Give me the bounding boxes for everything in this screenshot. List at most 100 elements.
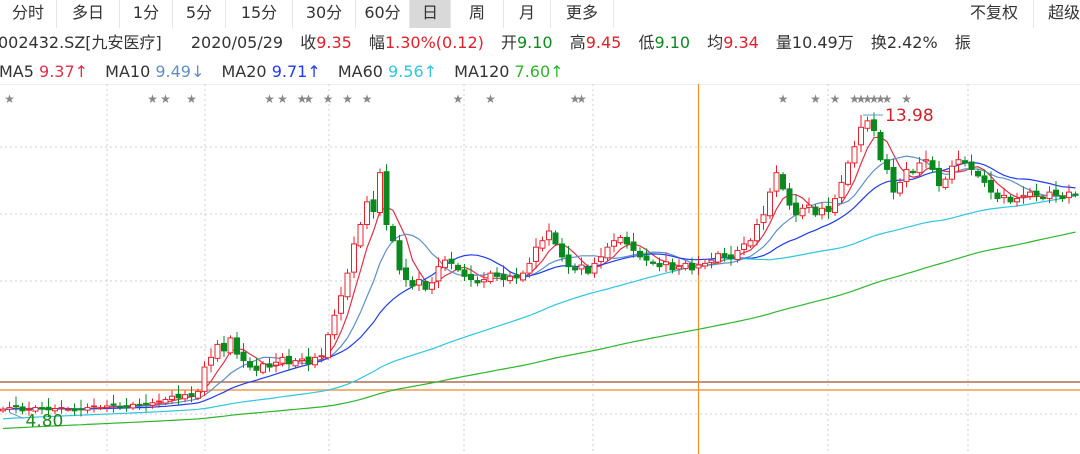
candle-down <box>552 232 559 245</box>
candle-down <box>721 253 728 258</box>
candle-down <box>988 179 994 193</box>
tab-intraday[interactable]: 分时 <box>0 0 57 28</box>
candle-down <box>513 274 520 279</box>
candle-up <box>1014 198 1020 203</box>
candle-up <box>819 207 825 216</box>
candle-up <box>149 402 156 406</box>
ma-legend: MA5 9.37↑ MA10 9.49↓ MA20 9.71↑ MA60 9.5… <box>0 60 1080 84</box>
candle-up <box>604 246 611 259</box>
ma20-name: MA20 <box>221 62 267 81</box>
candle-up <box>747 240 754 247</box>
event-star-icon: ★ <box>901 92 912 106</box>
candle-up <box>806 204 812 208</box>
ma60-name: MA60 <box>337 62 383 81</box>
event-star-icon: ★ <box>342 92 353 106</box>
ma10-name: MA10 <box>105 62 151 81</box>
open-value: 9.10 <box>516 33 553 52</box>
candle-down <box>19 406 26 412</box>
candle-up <box>533 246 539 262</box>
low-label: 低 <box>638 33 655 52</box>
candle-up <box>195 390 201 399</box>
candle-up <box>104 405 110 409</box>
no-adjust-button[interactable]: 不复权 <box>955 0 1034 28</box>
candle-up <box>942 178 949 189</box>
candle-up <box>955 159 962 165</box>
candle-up <box>507 275 513 282</box>
ma60-value: 9.56↑ <box>388 62 438 81</box>
event-star-icon: ★ <box>323 92 334 106</box>
ma10-line <box>2 155 1076 410</box>
candle-up <box>65 408 71 411</box>
tab-1min[interactable]: 1分 <box>120 0 173 28</box>
candle-up <box>754 224 760 242</box>
ma10-value: 9.49↓ <box>155 62 205 81</box>
tab-monthly[interactable]: 月 <box>504 0 551 28</box>
candle-up <box>773 172 780 192</box>
candle-down <box>286 355 292 365</box>
candle-up <box>916 162 923 174</box>
candle-down <box>871 119 877 132</box>
candle-up <box>760 214 767 224</box>
candle-down <box>585 266 591 274</box>
candle-up <box>851 146 858 164</box>
candle-down <box>936 167 942 187</box>
turnover-label: 换 <box>870 33 887 52</box>
tab-30min[interactable]: 30分 <box>293 0 356 28</box>
candle-up <box>1020 194 1027 198</box>
candle-up <box>1046 191 1053 200</box>
change-value: 1.30%(0.12) <box>384 33 484 52</box>
candle-down <box>455 264 461 271</box>
candle-down <box>650 261 656 264</box>
candle-down <box>669 262 676 271</box>
tab-daily[interactable]: 日 <box>410 0 451 28</box>
candle-down <box>175 393 182 399</box>
quote-date: 2020/05/29 <box>190 33 284 52</box>
event-star-icon: ★ <box>4 92 15 106</box>
candle-up <box>923 159 929 162</box>
candle-up <box>949 165 955 180</box>
candle-down <box>1033 190 1040 196</box>
volume-label: 量 <box>775 33 792 52</box>
candle-up <box>344 272 351 298</box>
tab-15min[interactable]: 15分 <box>226 0 293 28</box>
amplitude-label: 振 <box>954 33 971 52</box>
candle-down <box>825 205 832 213</box>
ma120-value: 7.60↑ <box>514 62 564 81</box>
tab-5min[interactable]: 5分 <box>173 0 226 28</box>
candle-down <box>78 408 84 411</box>
candle-down <box>624 236 630 245</box>
tab-multi-day[interactable]: 多日 <box>57 0 120 28</box>
candle-up <box>26 408 32 411</box>
candle-up <box>897 181 903 194</box>
event-star-icon: ★ <box>362 92 373 106</box>
high-value: 9.45 <box>585 33 622 52</box>
candle-up <box>526 262 533 274</box>
volume-value: 10.49万 <box>791 33 854 52</box>
candle-up <box>292 360 299 367</box>
open-label: 开 <box>500 33 517 52</box>
candle-up <box>6 407 13 410</box>
candle-down <box>494 272 500 277</box>
tab-weekly[interactable]: 周 <box>451 0 504 28</box>
candle-up <box>695 264 702 269</box>
candle-up <box>442 259 448 269</box>
event-star-icon: ★ <box>453 92 464 106</box>
candle-up <box>546 230 552 241</box>
candle-down <box>117 405 123 408</box>
tab-60min[interactable]: 60分 <box>356 0 410 28</box>
ma120-name: MA120 <box>454 62 510 81</box>
candle-down <box>929 160 936 170</box>
candle-up <box>539 240 546 249</box>
low-price-label: 4.80 <box>26 411 64 431</box>
candle-up <box>903 168 910 182</box>
super-button[interactable]: 超级 <box>1034 0 1080 28</box>
candle-down <box>221 342 227 352</box>
candle-up <box>162 398 169 404</box>
tab-more[interactable]: 更多 <box>551 0 614 28</box>
candlestick-chart[interactable]: ★ ★ ★ ★ ★ ★ ★★ ★ ★ ★ ★ ★ ★★ ★ ★ ★ ★★★★★★ ★13.984.80 <box>0 84 1080 454</box>
candle-up <box>591 262 598 274</box>
candle-down <box>572 267 578 271</box>
ma60-line <box>2 195 1076 420</box>
candle-up <box>741 243 747 250</box>
candle-up <box>227 337 234 354</box>
